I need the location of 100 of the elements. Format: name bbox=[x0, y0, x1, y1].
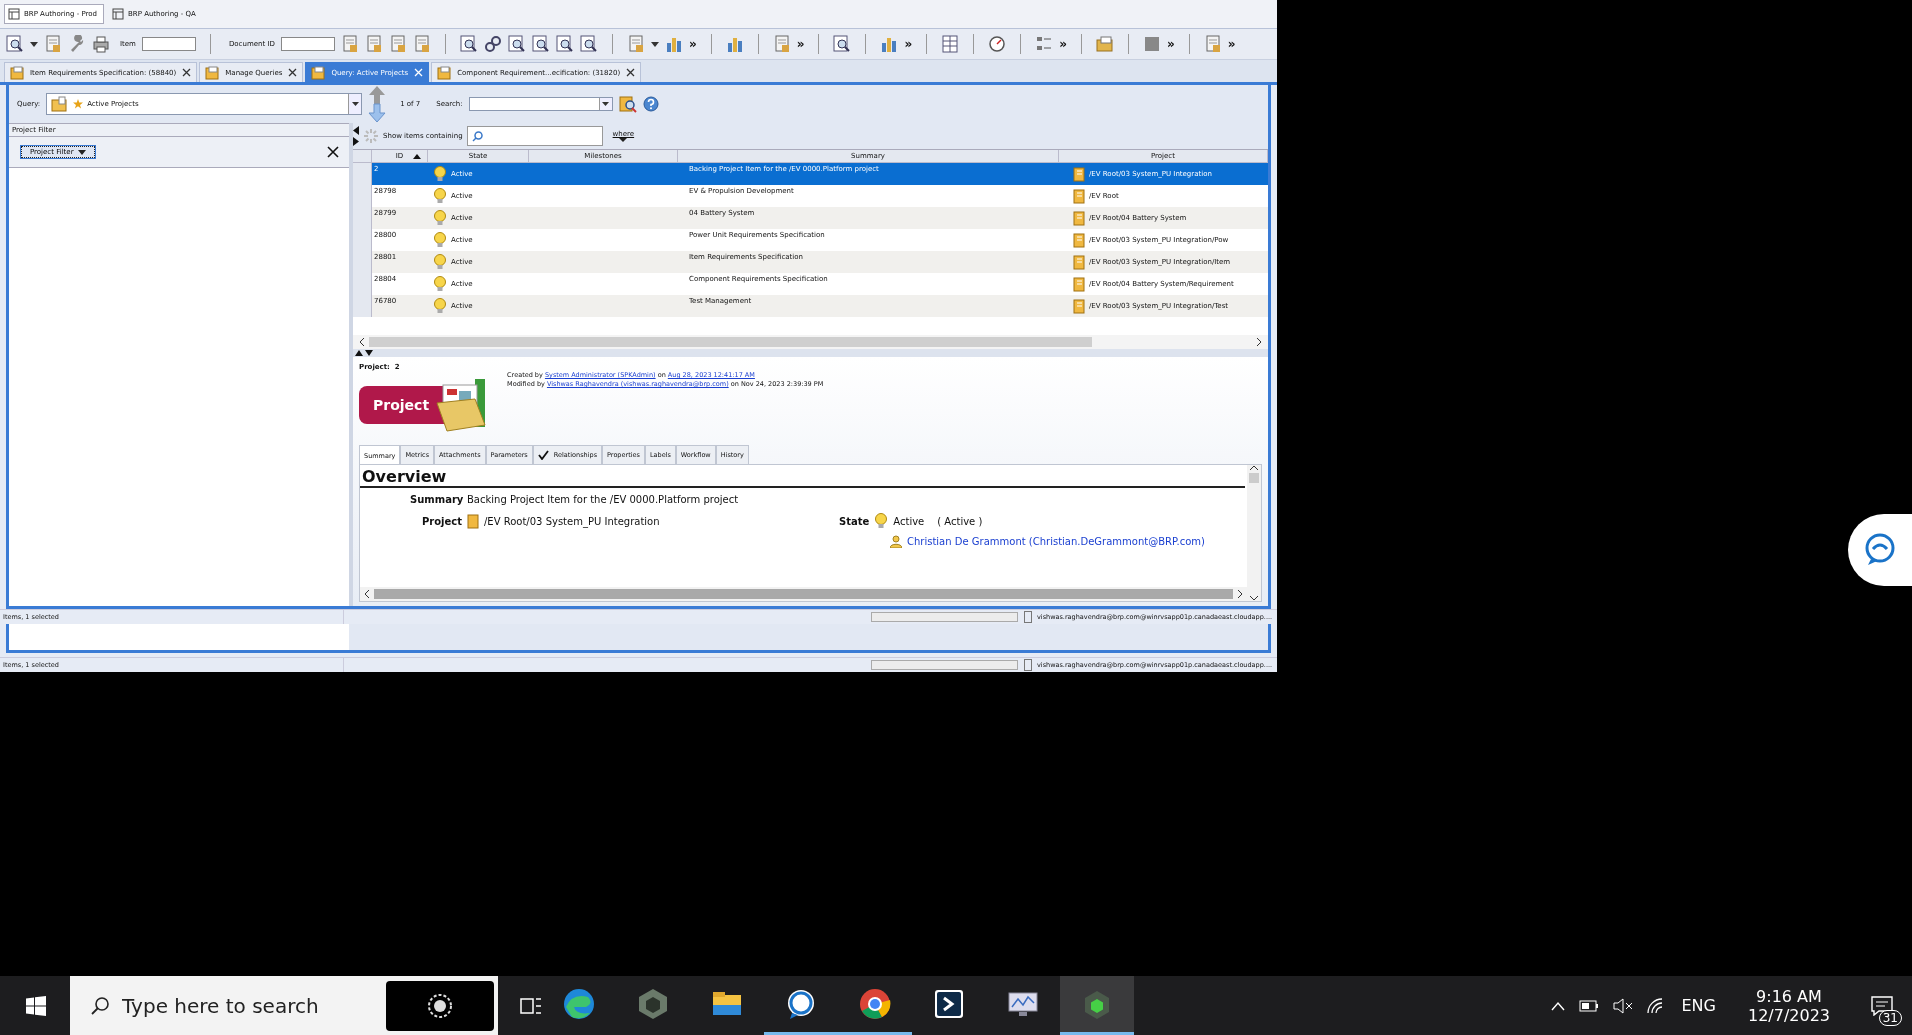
start-icon[interactable] bbox=[26, 995, 46, 1016]
input-field[interactable] bbox=[280, 37, 335, 51]
magnifier-icon[interactable] bbox=[555, 35, 574, 53]
scroll-right-icon[interactable] bbox=[1237, 590, 1243, 598]
search-dropdown[interactable] bbox=[468, 97, 613, 111]
search-field[interactable] bbox=[466, 126, 603, 146]
field-label: State bbox=[839, 515, 870, 527]
field-value: /EV Root/03 System_PU Integration bbox=[484, 515, 661, 527]
magnifier-icon[interactable] bbox=[833, 35, 852, 53]
caret-icon bbox=[77, 149, 86, 155]
taskbar-search-bar[interactable]: Type here to search bbox=[70, 976, 498, 1035]
magnifier-icon[interactable] bbox=[531, 35, 550, 53]
folder-icon bbox=[437, 65, 452, 80]
more-button[interactable]: » bbox=[904, 37, 913, 51]
scroll-up-icon[interactable] bbox=[1250, 465, 1258, 471]
field-value: ( Active ) bbox=[937, 515, 983, 527]
vertical-scrollbar[interactable] bbox=[1247, 465, 1261, 601]
search-field[interactable]: Type here to search bbox=[122, 990, 374, 1021]
scroll-left-icon[interactable] bbox=[359, 338, 365, 346]
chat-icon bbox=[1863, 533, 1897, 567]
person-link[interactable]: Christian De Grammont (Christian.DeGrammont@BRP.com) bbox=[907, 535, 1205, 547]
field-value: Active bbox=[893, 515, 925, 527]
more-button[interactable]: » bbox=[1227, 37, 1236, 51]
folder-icon bbox=[205, 65, 220, 80]
gauge-icon[interactable] bbox=[988, 35, 1007, 53]
close-icon[interactable] bbox=[182, 68, 192, 77]
scrollbar-thumb[interactable] bbox=[1249, 473, 1259, 483]
close-icon[interactable] bbox=[288, 68, 298, 77]
lightbulb-icon bbox=[433, 298, 447, 314]
folder-icon bbox=[1073, 232, 1085, 248]
grip-icon bbox=[1024, 611, 1032, 623]
link-icon[interactable] bbox=[483, 35, 502, 53]
table-icon[interactable] bbox=[941, 35, 960, 53]
folder-icon bbox=[1073, 210, 1085, 226]
lightbulb-icon bbox=[433, 254, 447, 270]
more-button[interactable]: » bbox=[796, 37, 805, 51]
task-view-icon[interactable] bbox=[520, 995, 542, 1016]
help-icon[interactable] bbox=[642, 96, 659, 112]
more-button[interactable]: » bbox=[1059, 37, 1067, 51]
search-settings-icon[interactable] bbox=[618, 95, 637, 113]
hexagon-app-icon[interactable] bbox=[1060, 976, 1134, 1035]
more-button[interactable]: » bbox=[688, 37, 697, 51]
horizontal-scrollbar[interactable] bbox=[360, 587, 1247, 601]
horizontal-scrollbar[interactable] bbox=[353, 335, 1268, 349]
scroll-right-icon[interactable] bbox=[1256, 338, 1262, 346]
search-icon bbox=[471, 130, 483, 142]
collapse-arrow-icon[interactable] bbox=[353, 126, 359, 135]
sort-icon bbox=[413, 153, 421, 159]
folder-icon bbox=[1073, 166, 1085, 182]
lightbulb-icon bbox=[433, 188, 447, 204]
folder-icon bbox=[1073, 276, 1085, 292]
folder-icon bbox=[1073, 298, 1085, 314]
battery-icon[interactable] bbox=[1579, 999, 1600, 1012]
scroll-down-icon[interactable] bbox=[1250, 595, 1258, 601]
magnifier-icon[interactable] bbox=[6, 35, 24, 53]
close-icon[interactable] bbox=[327, 146, 339, 158]
chart-icon[interactable] bbox=[725, 35, 744, 53]
scrollbar-thumb[interactable] bbox=[374, 589, 1233, 599]
field-label: Project bbox=[420, 515, 462, 527]
chart-icon[interactable] bbox=[664, 35, 683, 53]
magnifier-icon[interactable] bbox=[579, 35, 598, 53]
magnifier-icon[interactable] bbox=[507, 35, 526, 53]
lightbulb-icon bbox=[433, 210, 447, 226]
chat-widget[interactable] bbox=[1848, 514, 1912, 586]
list-icon[interactable] bbox=[1035, 35, 1054, 53]
scroll-left-icon[interactable] bbox=[364, 590, 370, 598]
input-field[interactable] bbox=[141, 37, 196, 51]
folder-icon bbox=[311, 65, 326, 80]
field-label: Summary bbox=[410, 493, 462, 505]
scrollbar-thumb[interactable] bbox=[369, 337, 1092, 347]
square-icon[interactable] bbox=[1142, 35, 1161, 53]
search-banner-icon bbox=[386, 980, 494, 1031]
more-button[interactable]: » bbox=[1166, 37, 1175, 51]
caret-icon bbox=[619, 138, 628, 142]
printer-icon[interactable] bbox=[92, 35, 110, 53]
split-arrows-icon[interactable] bbox=[355, 350, 373, 356]
folder-icon bbox=[1073, 254, 1085, 270]
language-indicator[interactable]: ENG bbox=[1681, 996, 1716, 1015]
window-icon bbox=[112, 8, 125, 20]
search-icon bbox=[90, 995, 110, 1016]
expand-arrow-icon[interactable] bbox=[353, 137, 359, 146]
lightbulb-icon bbox=[433, 232, 447, 248]
chevron-up-icon[interactable] bbox=[1551, 1000, 1566, 1011]
section-title: Overview bbox=[360, 465, 1245, 488]
folder-icon bbox=[51, 96, 70, 112]
spinner-icon bbox=[363, 128, 379, 144]
notification-count: 31 bbox=[1878, 1009, 1902, 1026]
magnifier-icon[interactable] bbox=[459, 35, 478, 53]
star-icon bbox=[73, 99, 84, 109]
chart-icon[interactable] bbox=[880, 35, 899, 53]
caret-icon bbox=[602, 102, 610, 106]
close-icon[interactable] bbox=[626, 68, 636, 77]
caret-icon[interactable] bbox=[30, 41, 38, 47]
checkmark-icon bbox=[537, 450, 549, 460]
muted-speaker-icon[interactable] bbox=[1613, 997, 1634, 1014]
clock[interactable]: 9:16 AM 12/7/2023 bbox=[1747, 986, 1830, 1025]
caret-icon[interactable] bbox=[650, 41, 659, 47]
folder-icon[interactable] bbox=[1095, 35, 1114, 53]
caret-icon bbox=[351, 102, 359, 106]
window-icon bbox=[8, 8, 20, 20]
